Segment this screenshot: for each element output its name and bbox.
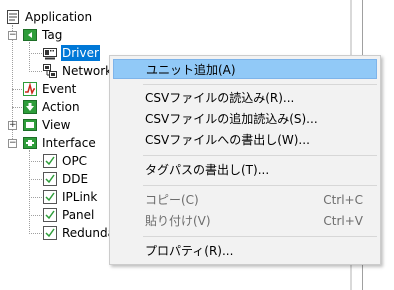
application-icon [5,9,21,25]
tree-node-dde[interactable]: DDE [42,170,89,188]
tree-node-label: OPC [62,154,88,168]
menu-item-shortcut: Ctrl+V [323,214,363,228]
tree-node-event[interactable]: Event [22,80,77,98]
tree-line [29,197,42,198]
tag-folder-icon [22,27,38,43]
collapse-tag-toggle[interactable]: − [8,31,17,40]
collapse-interface-toggle[interactable]: − [8,139,17,148]
tree-node-application[interactable]: Application [5,8,93,26]
menu-separator [143,185,377,186]
expand-view-toggle[interactable]: + [8,121,17,130]
menu-item-write-csv[interactable]: CSVファイルへの書出し(W)... [113,130,377,150]
menu-separator [143,84,377,85]
tree-node-redundancy[interactable]: Redunda [42,224,116,242]
menu-item-label: コピー(C) [145,193,199,207]
menu-item-label: CSVファイルの追加読込み(S)... [145,112,318,126]
tree-line [12,89,22,90]
menu-item-label: タグパスの書出し(T)... [145,163,270,177]
context-menu: ユニット追加(A) CSVファイルの読込み(R)... CSVファイルの追加読込… [109,55,381,265]
tree-node-tag[interactable]: Tag [22,26,63,44]
menu-item-label: 貼り付け(V) [145,214,211,228]
tree-node-panel[interactable]: Panel [42,206,95,224]
tree-node-label: Network [62,64,113,78]
tree-line [29,215,42,216]
tree-line [29,42,30,72]
tree-line [29,179,42,180]
tree-line [29,71,42,72]
tree-node-view[interactable]: View [22,116,71,134]
tree-node-action[interactable]: Action [22,98,81,116]
network-icon [42,63,58,79]
event-icon [22,81,38,97]
interface-item-icon [42,153,58,169]
tree-node-network[interactable]: Network [42,62,113,80]
tree-node-label: Application [25,10,93,24]
tree-node-label: DDE [62,172,89,186]
menu-item-properties[interactable]: プロパティ(R)... [113,241,377,261]
tree-node-label: Interface [42,136,96,150]
tree-node-opc[interactable]: OPC [42,152,88,170]
interface-icon [22,135,38,151]
menu-separator [143,155,377,156]
tree-node-label: Tag [42,28,63,42]
menu-item-label: CSVファイルへの書出し(W)... [145,133,310,147]
interface-item-icon [42,189,58,205]
tree-node-label: Driver [60,44,101,62]
tree-line [29,161,42,162]
menu-item-label: CSVファイルの読込み(R)... [145,91,295,105]
tree-node-label: IPLink [62,190,98,204]
interface-item-icon [42,171,58,187]
view-icon [22,117,38,133]
tree-node-iplink[interactable]: IPLink [42,188,98,206]
tree-line [29,233,42,234]
menu-item-append-csv[interactable]: CSVファイルの追加読込み(S)... [113,109,377,129]
action-icon [22,99,38,115]
menu-item-shortcut: Ctrl+C [323,193,363,207]
tree-node-driver[interactable]: Driver [42,44,101,62]
driver-icon [42,45,58,61]
tree-node-label: View [42,118,71,132]
menu-item-write-tagpath[interactable]: タグパスの書出し(T)... [113,160,377,180]
menu-item-add-unit[interactable]: ユニット追加(A) [113,59,377,79]
tree-line [29,150,30,234]
interface-item-icon [42,207,58,223]
menu-item-load-csv[interactable]: CSVファイルの読込み(R)... [113,88,377,108]
menu-item-label: ユニット追加(A) [146,63,236,77]
tree-line [12,107,22,108]
menu-item-label: プロパティ(R)... [145,244,234,258]
menu-separator [143,236,377,237]
tree-line [29,53,42,54]
tree-node-label: Panel [62,208,95,222]
tree-node-label: Action [42,100,80,114]
tree-node-label: Redunda [62,226,115,240]
tree-node-interface[interactable]: Interface [22,134,97,152]
tree-node-label: Event [42,82,77,96]
menu-item-copy: コピー(C) Ctrl+C [113,190,377,210]
menu-item-paste: 貼り付け(V) Ctrl+V [113,211,377,231]
interface-item-icon [42,225,58,241]
